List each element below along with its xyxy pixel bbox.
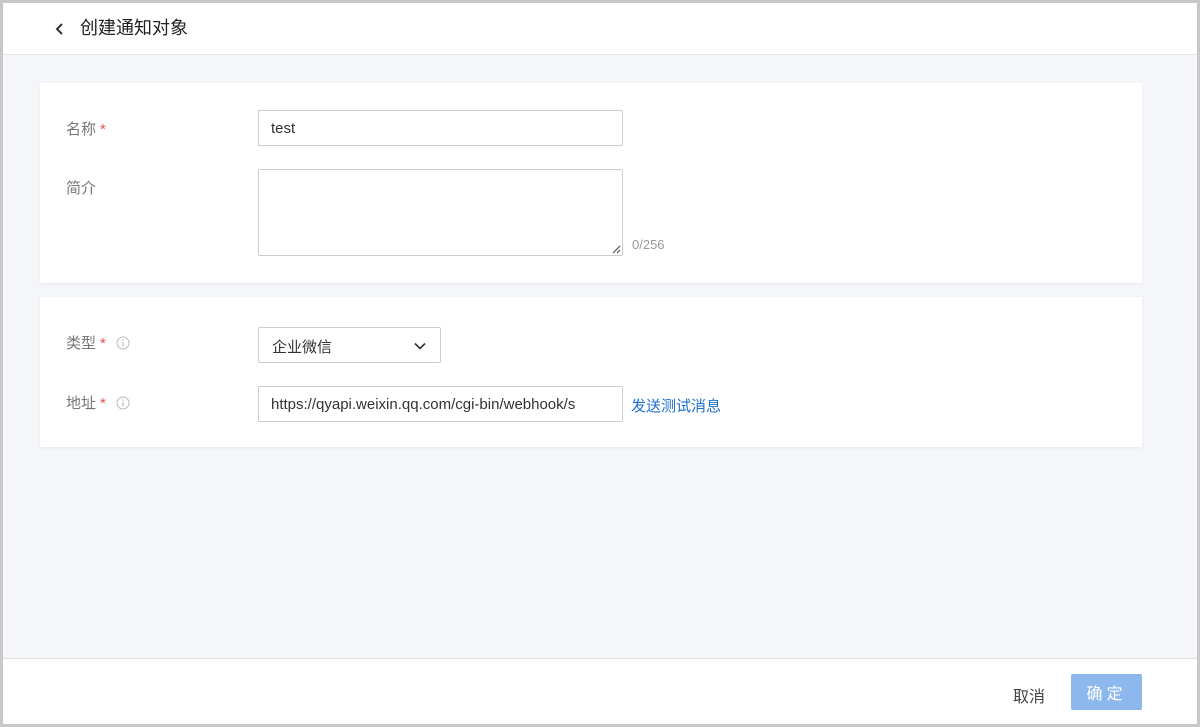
send-test-message-link[interactable]: 发送测试消息	[631, 395, 721, 416]
name-input[interactable]	[258, 110, 623, 146]
type-label-text: 类型	[66, 335, 97, 352]
description-label: 简介	[66, 180, 97, 197]
name-label-text: 名称	[66, 121, 97, 138]
type-label: 类型 *	[66, 334, 130, 354]
address-label: 地址 *	[66, 394, 130, 414]
cancel-button[interactable]: 取消	[1013, 683, 1045, 707]
chevron-left-icon[interactable]	[53, 20, 67, 38]
header-bar: 创建通知对象	[3, 3, 1197, 55]
footer-bar: 取消 确定	[3, 658, 1197, 724]
type-select[interactable]: 企业微信	[258, 327, 441, 363]
resize-handle-icon[interactable]	[612, 245, 621, 254]
required-mark: *	[100, 395, 106, 412]
chevron-down-icon	[414, 342, 426, 350]
required-mark: *	[100, 121, 106, 138]
name-label: 名称 *	[66, 120, 106, 140]
info-icon[interactable]	[116, 396, 130, 410]
info-icon[interactable]	[116, 336, 130, 350]
config-card: 类型* 企业微信 地址* 发送测试消息	[40, 297, 1142, 447]
basic-info-card: 名称* 简介 0/256	[40, 83, 1142, 283]
page-title: 创建通知对象	[80, 18, 188, 38]
address-label-text: 地址	[66, 395, 97, 412]
confirm-button[interactable]: 确定	[1071, 674, 1142, 710]
address-input[interactable]	[258, 386, 623, 422]
char-counter: 0/256	[632, 237, 665, 252]
type-select-value: 企业微信	[272, 339, 333, 356]
description-textarea[interactable]	[258, 169, 623, 256]
required-mark: *	[100, 335, 106, 352]
window: 创建通知对象 名称* 简介 0/256 类型* 企业微信	[0, 0, 1200, 727]
